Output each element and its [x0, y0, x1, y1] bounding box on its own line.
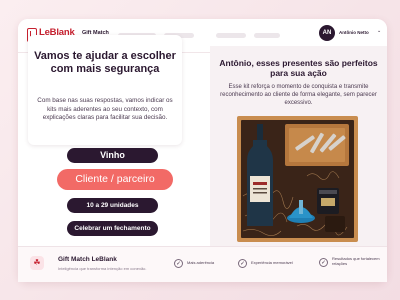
feature-label: Resultados que fortalecem relações — [332, 256, 380, 266]
check-icon: ✓ — [319, 258, 328, 267]
nav-placeholder-4[interactable] — [254, 33, 280, 38]
answer-units-button[interactable]: 10 a 29 unidades — [67, 198, 158, 213]
answer-celebrar-button[interactable]: Celebrar um fechamento — [67, 221, 158, 236]
answer-cliente-button[interactable]: Cliente / parceiro — [57, 169, 173, 190]
check-icon: ✓ — [174, 259, 183, 268]
nav-placeholder-3[interactable] — [216, 33, 246, 38]
chevron-down-icon[interactable]: ⌄ — [377, 28, 381, 34]
recommendation-panel: Antônio, esses presentes são perfeitos p… — [210, 46, 387, 246]
question-panel: Vamos te ajudar a escolher com mais segu… — [28, 35, 182, 145]
footer-title: Gift Match LeBlank — [58, 256, 117, 263]
gift-kit-image — [237, 116, 358, 242]
avatar[interactable]: AN — [319, 25, 335, 41]
user-name[interactable]: Antônio Netto — [339, 30, 369, 35]
question-title: Vamos te ajudar a escolher com mais segu… — [34, 50, 176, 75]
answer-vinho-button[interactable]: Vinho — [67, 148, 158, 163]
check-icon: ✓ — [238, 259, 247, 268]
question-description: Com base nas suas respostas, vamos indic… — [37, 97, 173, 121]
recommendation-description: Esse kit reforça o momento de conquista … — [220, 84, 377, 106]
footer-bar: ☘ Gift Match LeBlank Inteligência que tr… — [18, 246, 387, 282]
recommendation-title: Antônio, esses presentes são perfeitos p… — [219, 58, 378, 78]
feature-label: Experiência memorável — [251, 260, 293, 265]
footer-subtitle: Inteligência que transforma intenção em … — [58, 266, 147, 271]
feature-label: Mais aderência — [187, 260, 215, 265]
gift-icon: ☘ — [30, 256, 44, 270]
